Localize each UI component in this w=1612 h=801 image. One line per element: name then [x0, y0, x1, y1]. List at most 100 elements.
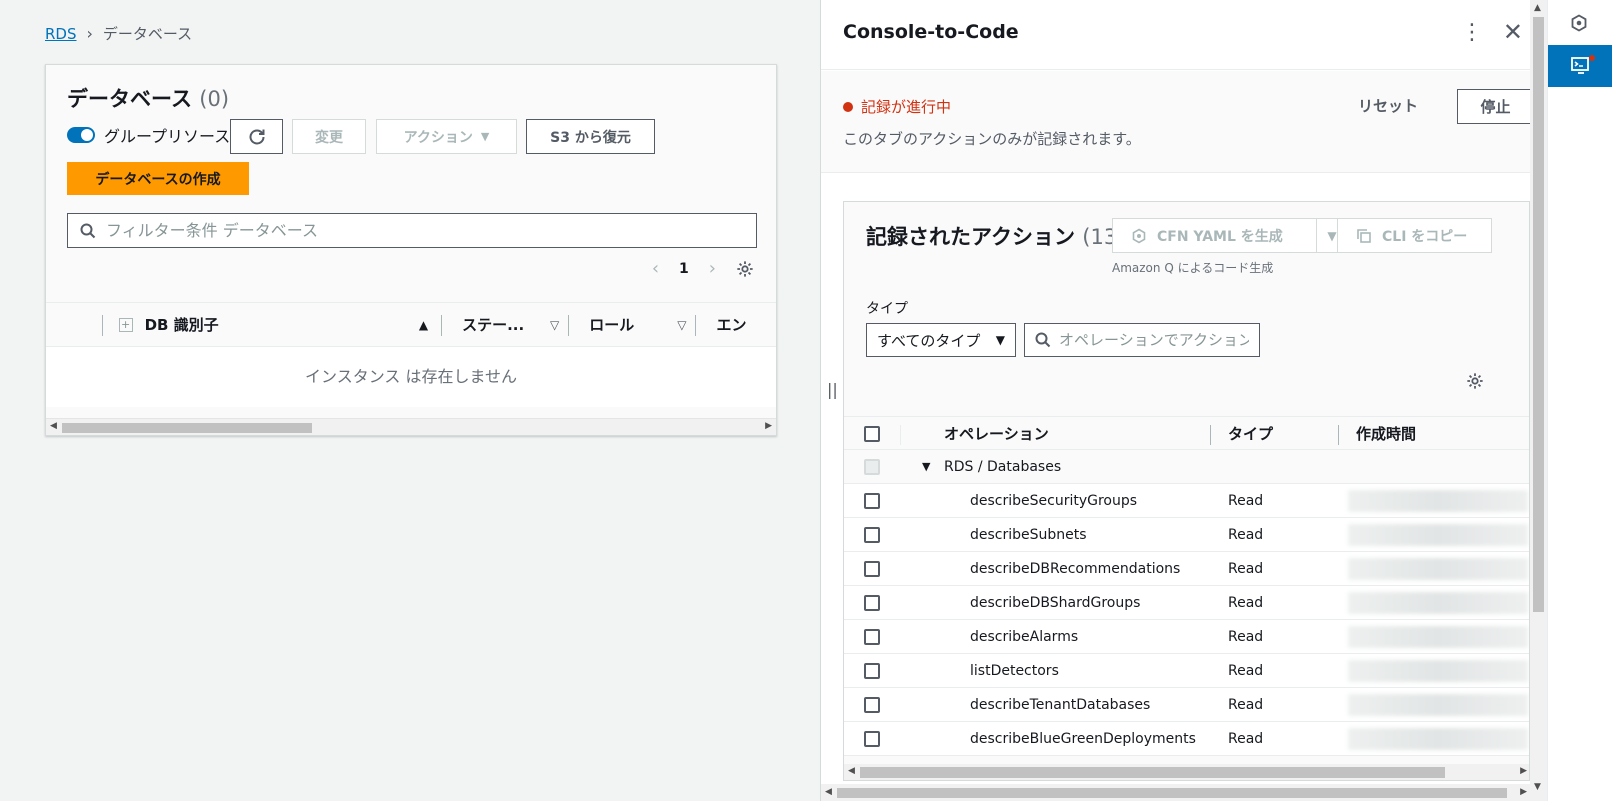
actions-label: アクション — [403, 129, 473, 146]
caret-down-icon[interactable]: ▼ — [922, 460, 930, 473]
breadcrumb-current: データベース — [102, 25, 193, 43]
stop-button[interactable]: 停止 — [1457, 89, 1534, 124]
column-type-header[interactable]: タイプ — [1228, 423, 1273, 444]
row-type: Read — [1228, 730, 1264, 747]
actions-dropdown[interactable]: アクション ▼ — [376, 119, 517, 154]
chevron-right-icon: › — [86, 24, 93, 43]
operation-search-input[interactable] — [1059, 331, 1249, 349]
table-row[interactable]: describeDBRecommendations Read — [844, 552, 1529, 586]
column-status-label: ステー... — [462, 316, 525, 334]
row-created-time-blurred — [1348, 490, 1528, 512]
type-filter-value: すべてのタイプ — [877, 331, 981, 350]
table-row[interactable]: describeAlarms Read — [844, 620, 1529, 654]
recorded-actions-title-text: 記録されたアクション — [866, 225, 1075, 249]
scrollbar-thumb[interactable] — [1533, 17, 1544, 612]
row-checkbox[interactable] — [864, 493, 880, 509]
amazonq-note: Amazon Q によるコード生成 — [1112, 261, 1274, 275]
scroll-left-icon[interactable]: ◀ — [825, 787, 832, 797]
row-operation: describeSubnets — [970, 526, 1087, 543]
row-created-time-blurred — [1348, 626, 1528, 648]
more-vertical-icon[interactable]: ⋮ — [1461, 20, 1483, 45]
scroll-right-icon[interactable]: ▶ — [765, 421, 772, 431]
modify-button[interactable]: 変更 — [292, 119, 366, 154]
column-db-identifier[interactable]: + DB 識別子 ▲ — [103, 303, 443, 346]
table-row[interactable]: describeBlueGreenDeployments Read — [844, 722, 1529, 756]
console-to-code-panel: Console-to-Code ⋮ ✕ 記録が進行中 このタブのアクションのみが… — [820, 0, 1548, 801]
row-checkbox[interactable] — [864, 527, 880, 543]
column-operation-header[interactable]: オペレーション — [944, 423, 1049, 444]
column-engine-label: エン — [716, 316, 747, 334]
recording-status-text: 記録が進行中 — [861, 98, 952, 116]
recording-status: 記録が進行中 — [843, 96, 951, 117]
table-row[interactable]: describeDBShardGroups Read — [844, 586, 1529, 620]
group-checkbox[interactable] — [864, 459, 880, 475]
page-number[interactable]: 1 — [679, 261, 689, 277]
group-resources-toggle-row: グループリソース — [67, 123, 230, 147]
close-icon[interactable]: ✕ — [1503, 18, 1523, 46]
row-checkbox[interactable] — [864, 697, 880, 713]
create-database-button[interactable]: データベースの作成 — [67, 162, 249, 195]
gear-icon[interactable] — [736, 260, 754, 278]
column-role[interactable]: ロール ▽ — [569, 303, 697, 346]
generate-cfn-label: CFN YAML を生成 — [1157, 228, 1283, 245]
chevron-right-icon[interactable]: › — [709, 258, 716, 279]
restore-from-s3-button[interactable]: S3 から復元 — [526, 119, 655, 154]
row-checkbox[interactable] — [864, 595, 880, 611]
ctc-horizontal-scrollbar[interactable]: ◀ ▶ — [821, 784, 1531, 801]
search-icon — [1035, 332, 1051, 348]
type-filter-select[interactable]: すべてのタイプ ▼ — [866, 323, 1016, 357]
group-row[interactable]: ▼ RDS / Databases — [844, 450, 1529, 484]
ctc-vertical-scrollbar[interactable]: ▲ ▼ — [1530, 0, 1547, 801]
scroll-up-icon[interactable]: ▲ — [1534, 3, 1541, 13]
scroll-right-icon[interactable]: ▶ — [1520, 787, 1527, 797]
generate-cfn-yaml-button[interactable]: CFN YAML を生成 — [1112, 218, 1317, 253]
databases-horizontal-scrollbar[interactable]: ◀ ▶ — [46, 418, 776, 435]
hexagon-icon[interactable] — [1564, 8, 1594, 38]
row-created-time-blurred — [1348, 558, 1528, 580]
column-status[interactable]: ステー... ▽ — [442, 303, 570, 346]
table-row[interactable]: describeSecurityGroups Read — [844, 484, 1529, 518]
copy-icon — [1357, 228, 1371, 243]
row-checkbox[interactable] — [864, 663, 880, 679]
copy-cli-button[interactable]: CLI をコピー — [1337, 218, 1492, 253]
scrollbar-thumb[interactable] — [62, 423, 312, 433]
cfn-icon — [1132, 228, 1146, 243]
column-engine[interactable]: エン — [696, 303, 776, 346]
table-row[interactable]: describeSubnets Read — [844, 518, 1529, 552]
table-row[interactable]: describeTenantDatabases Read — [844, 688, 1529, 722]
scrollbar-thumb[interactable] — [860, 767, 1445, 778]
caret-down-icon: ▼ — [995, 333, 1005, 347]
column-created-time-header[interactable]: 作成時間 — [1356, 423, 1416, 444]
expand-icon[interactable]: + — [118, 317, 133, 332]
refresh-button[interactable] — [230, 119, 283, 154]
table-row[interactable]: listDetectors Read — [844, 654, 1529, 688]
row-operation: describeSecurityGroups — [970, 492, 1138, 509]
column-divider — [1338, 425, 1339, 445]
row-checkbox[interactable] — [864, 629, 880, 645]
scrollbar-thumb[interactable] — [837, 788, 1507, 798]
operation-search-field[interactable] — [1024, 323, 1260, 357]
chevron-left-icon[interactable]: ‹ — [652, 258, 659, 279]
actions-horizontal-scrollbar[interactable]: ◀ ▶ — [844, 764, 1529, 780]
select-all-checkbox[interactable] — [864, 426, 880, 442]
reset-button[interactable]: リセット — [1358, 95, 1418, 116]
row-checkbox[interactable] — [864, 731, 880, 747]
scroll-down-icon[interactable]: ▼ — [1534, 782, 1541, 792]
breadcrumb: RDS › データベース — [45, 23, 192, 44]
row-operation: describeAlarms — [970, 628, 1079, 645]
gear-icon[interactable] — [1466, 372, 1484, 390]
scroll-left-icon[interactable]: ◀ — [848, 766, 855, 776]
scroll-left-icon[interactable]: ◀ — [50, 421, 57, 431]
filter-databases-field[interactable] — [67, 213, 757, 248]
recorded-actions-table: オペレーション タイプ 作成時間 ▼ RDS / Databases descr… — [844, 416, 1529, 756]
drag-handle-icon[interactable]: || — [827, 380, 838, 399]
scroll-right-icon[interactable]: ▶ — [1520, 766, 1527, 776]
group-resources-toggle[interactable] — [67, 127, 95, 143]
row-type: Read — [1228, 560, 1264, 577]
modify-label: 変更 — [315, 129, 343, 146]
breadcrumb-rds-link[interactable]: RDS — [45, 25, 77, 43]
recorded-actions-title: 記録されたアクション (13) — [866, 221, 1125, 251]
filter-databases-input[interactable] — [106, 221, 706, 240]
console-to-code-icon[interactable] — [1548, 45, 1612, 87]
row-checkbox[interactable] — [864, 561, 880, 577]
